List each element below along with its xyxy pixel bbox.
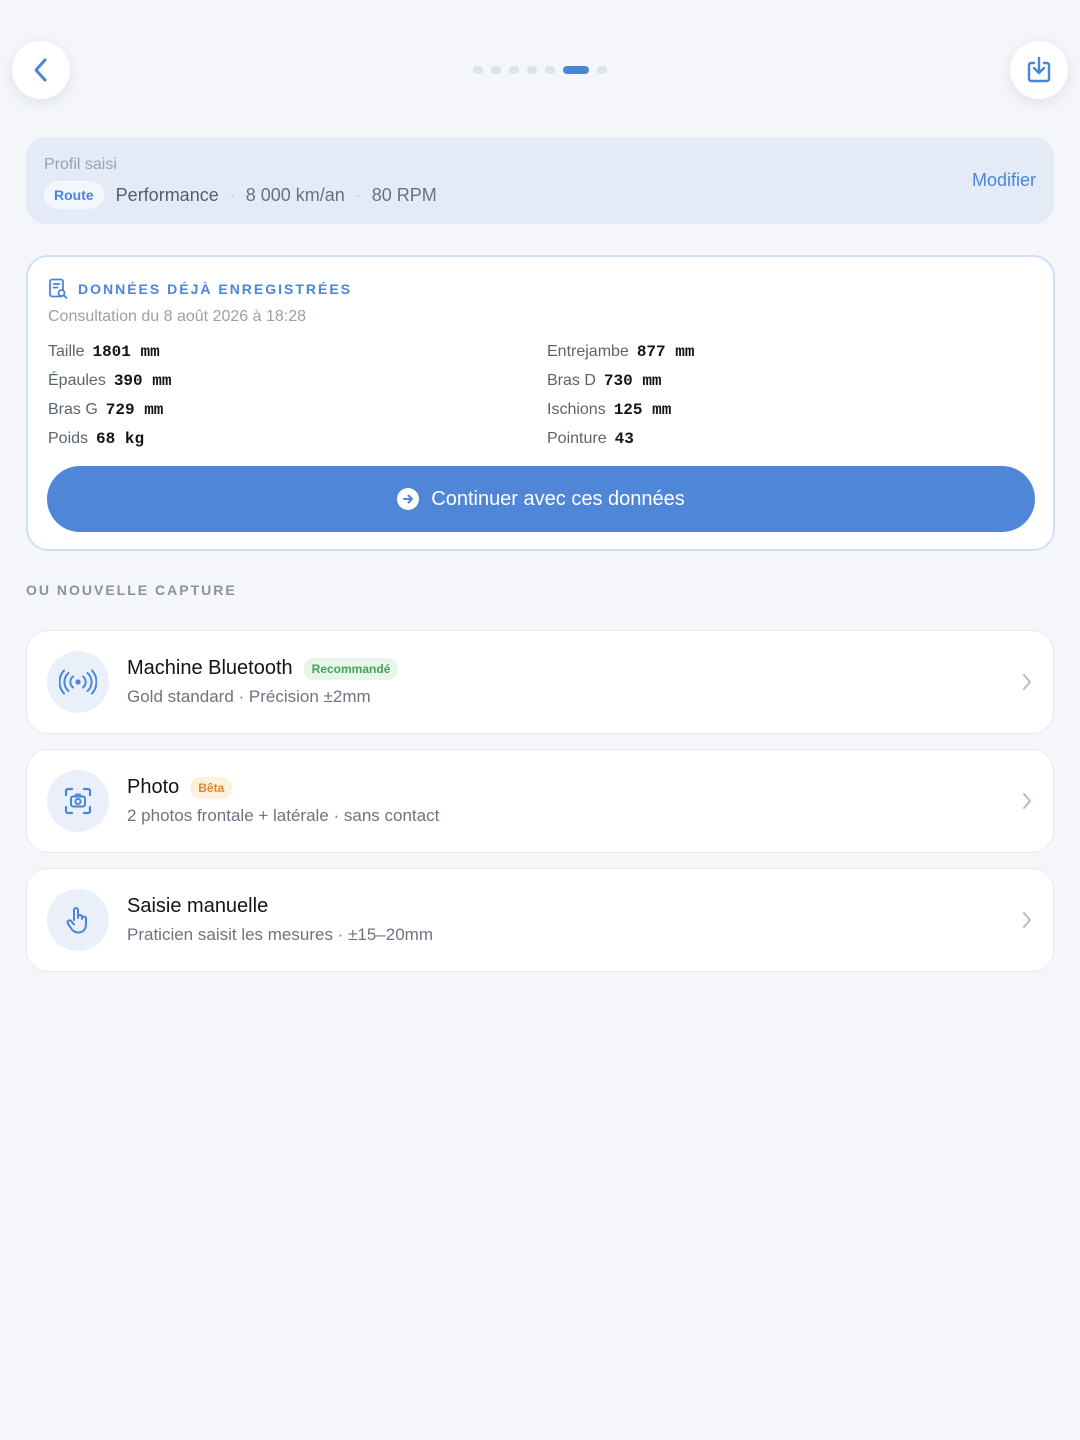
- modify-profile-link[interactable]: Modifier: [972, 170, 1036, 191]
- measure-label: Poids: [48, 430, 89, 447]
- measure-label: Épaules: [48, 372, 106, 389]
- recommended-badge: Recommandé: [303, 657, 399, 680]
- option-manual-entry[interactable]: Saisie manuelle Praticien saisit les mes…: [26, 868, 1054, 972]
- measure-value: 390 mm: [113, 372, 172, 390]
- measure-entrejambe: Entrejambe 877 mm: [547, 343, 694, 361]
- measure-value: 43: [614, 430, 634, 448]
- discipline-chip: Route: [44, 181, 104, 209]
- measure-label: Bras D: [547, 372, 596, 389]
- option-subtitle: Praticien saisit les mesures · ±15–20mm: [127, 925, 433, 944]
- measure-value: 68 kg: [96, 430, 145, 448]
- chevron-right-icon: [1023, 912, 1031, 928]
- bluetooth-signal-icon: [47, 651, 109, 713]
- option-title: Photo: [127, 776, 180, 798]
- saved-data-header: DONNÉES DÉJÀ ENREGISTRÉES: [48, 278, 352, 300]
- separator: ·: [355, 186, 361, 204]
- option-title: Saisie manuelle: [127, 895, 269, 917]
- document-search-icon: [49, 278, 68, 299]
- step-dot: [509, 66, 519, 74]
- measure-pointure: Pointure 43: [547, 430, 634, 448]
- export-button[interactable]: [1010, 41, 1068, 99]
- option-photo[interactable]: Photo Bêta 2 photos frontale + latérale …: [26, 749, 1054, 853]
- saved-data-title: DONNÉES DÉJÀ ENREGISTRÉES: [78, 281, 353, 297]
- measure-poids: Poids 68 kg: [48, 430, 144, 448]
- profile-summary-card: Profil saisi Route Performance · 8 000 k…: [26, 137, 1054, 224]
- measure-value: 125 mm: [613, 401, 672, 419]
- measure-label: Ischions: [547, 401, 606, 418]
- step-dot: [491, 66, 501, 74]
- profile-distance: 8 000 km/an: [245, 184, 345, 205]
- step-dot: [545, 66, 555, 74]
- measure-label: Entrejambe: [547, 343, 629, 360]
- measure-value: 729 mm: [105, 401, 164, 419]
- measure-value: 877 mm: [636, 343, 695, 361]
- separator: ·: [229, 186, 235, 204]
- top-bar: [0, 0, 1080, 140]
- step-dot: [473, 66, 483, 74]
- step-indicator: [0, 66, 1080, 74]
- profile-details: Route Performance · 8 000 km/an · 80 RPM: [44, 181, 437, 209]
- measure-label: Bras G: [48, 401, 98, 418]
- continue-button-label: Continuer avec ces données: [431, 487, 685, 510]
- profile-label: Profil saisi: [44, 156, 117, 173]
- measure-value: 730 mm: [603, 372, 662, 390]
- saved-data-card: DONNÉES DÉJÀ ENREGISTRÉES Consultation d…: [26, 255, 1055, 551]
- continue-with-data-button[interactable]: Continuer avec ces données: [47, 466, 1035, 532]
- measure-epaules: Épaules 390 mm: [48, 372, 171, 390]
- option-subtitle: Gold standard · Précision ±2mm: [127, 687, 371, 706]
- step-dot: [527, 66, 537, 74]
- option-subtitle: 2 photos frontale + latérale · sans cont…: [127, 806, 440, 825]
- option-title-row: Saisie manuelle: [127, 895, 268, 918]
- measure-taille: Taille 1801 mm: [48, 343, 160, 361]
- option-title: Machine Bluetooth: [127, 657, 293, 679]
- option-title-row: Machine Bluetooth Recommandé: [127, 657, 399, 680]
- step-dot-active: [563, 66, 589, 74]
- measure-bras-d: Bras D 730 mm: [547, 372, 662, 390]
- step-dot: [597, 66, 607, 74]
- chevron-right-icon: [1023, 793, 1031, 809]
- option-bluetooth-machine[interactable]: Machine Bluetooth Recommandé Gold standa…: [26, 630, 1054, 734]
- hand-pointer-icon: [47, 889, 109, 951]
- measure-value: 1801 mm: [92, 343, 160, 361]
- profile-level: Performance: [115, 184, 219, 205]
- camera-scan-icon: [47, 770, 109, 832]
- measure-ischions: Ischions 125 mm: [547, 401, 671, 419]
- measure-bras-g: Bras G 729 mm: [48, 401, 163, 419]
- measure-label: Pointure: [547, 430, 607, 447]
- measure-label: Taille: [48, 343, 85, 360]
- beta-badge: Bêta: [190, 776, 233, 799]
- arrow-right-circle-icon: [397, 488, 420, 510]
- consultation-date: Consultation du 8 août 2026 à 18:28: [48, 308, 306, 325]
- profile-cadence: 80 RPM: [371, 184, 437, 205]
- option-title-row: Photo Bêta: [127, 776, 233, 799]
- download-tray-icon: [1027, 56, 1051, 83]
- new-capture-section-label: OU NOUVELLE CAPTURE: [26, 582, 237, 598]
- chevron-right-icon: [1023, 674, 1031, 690]
